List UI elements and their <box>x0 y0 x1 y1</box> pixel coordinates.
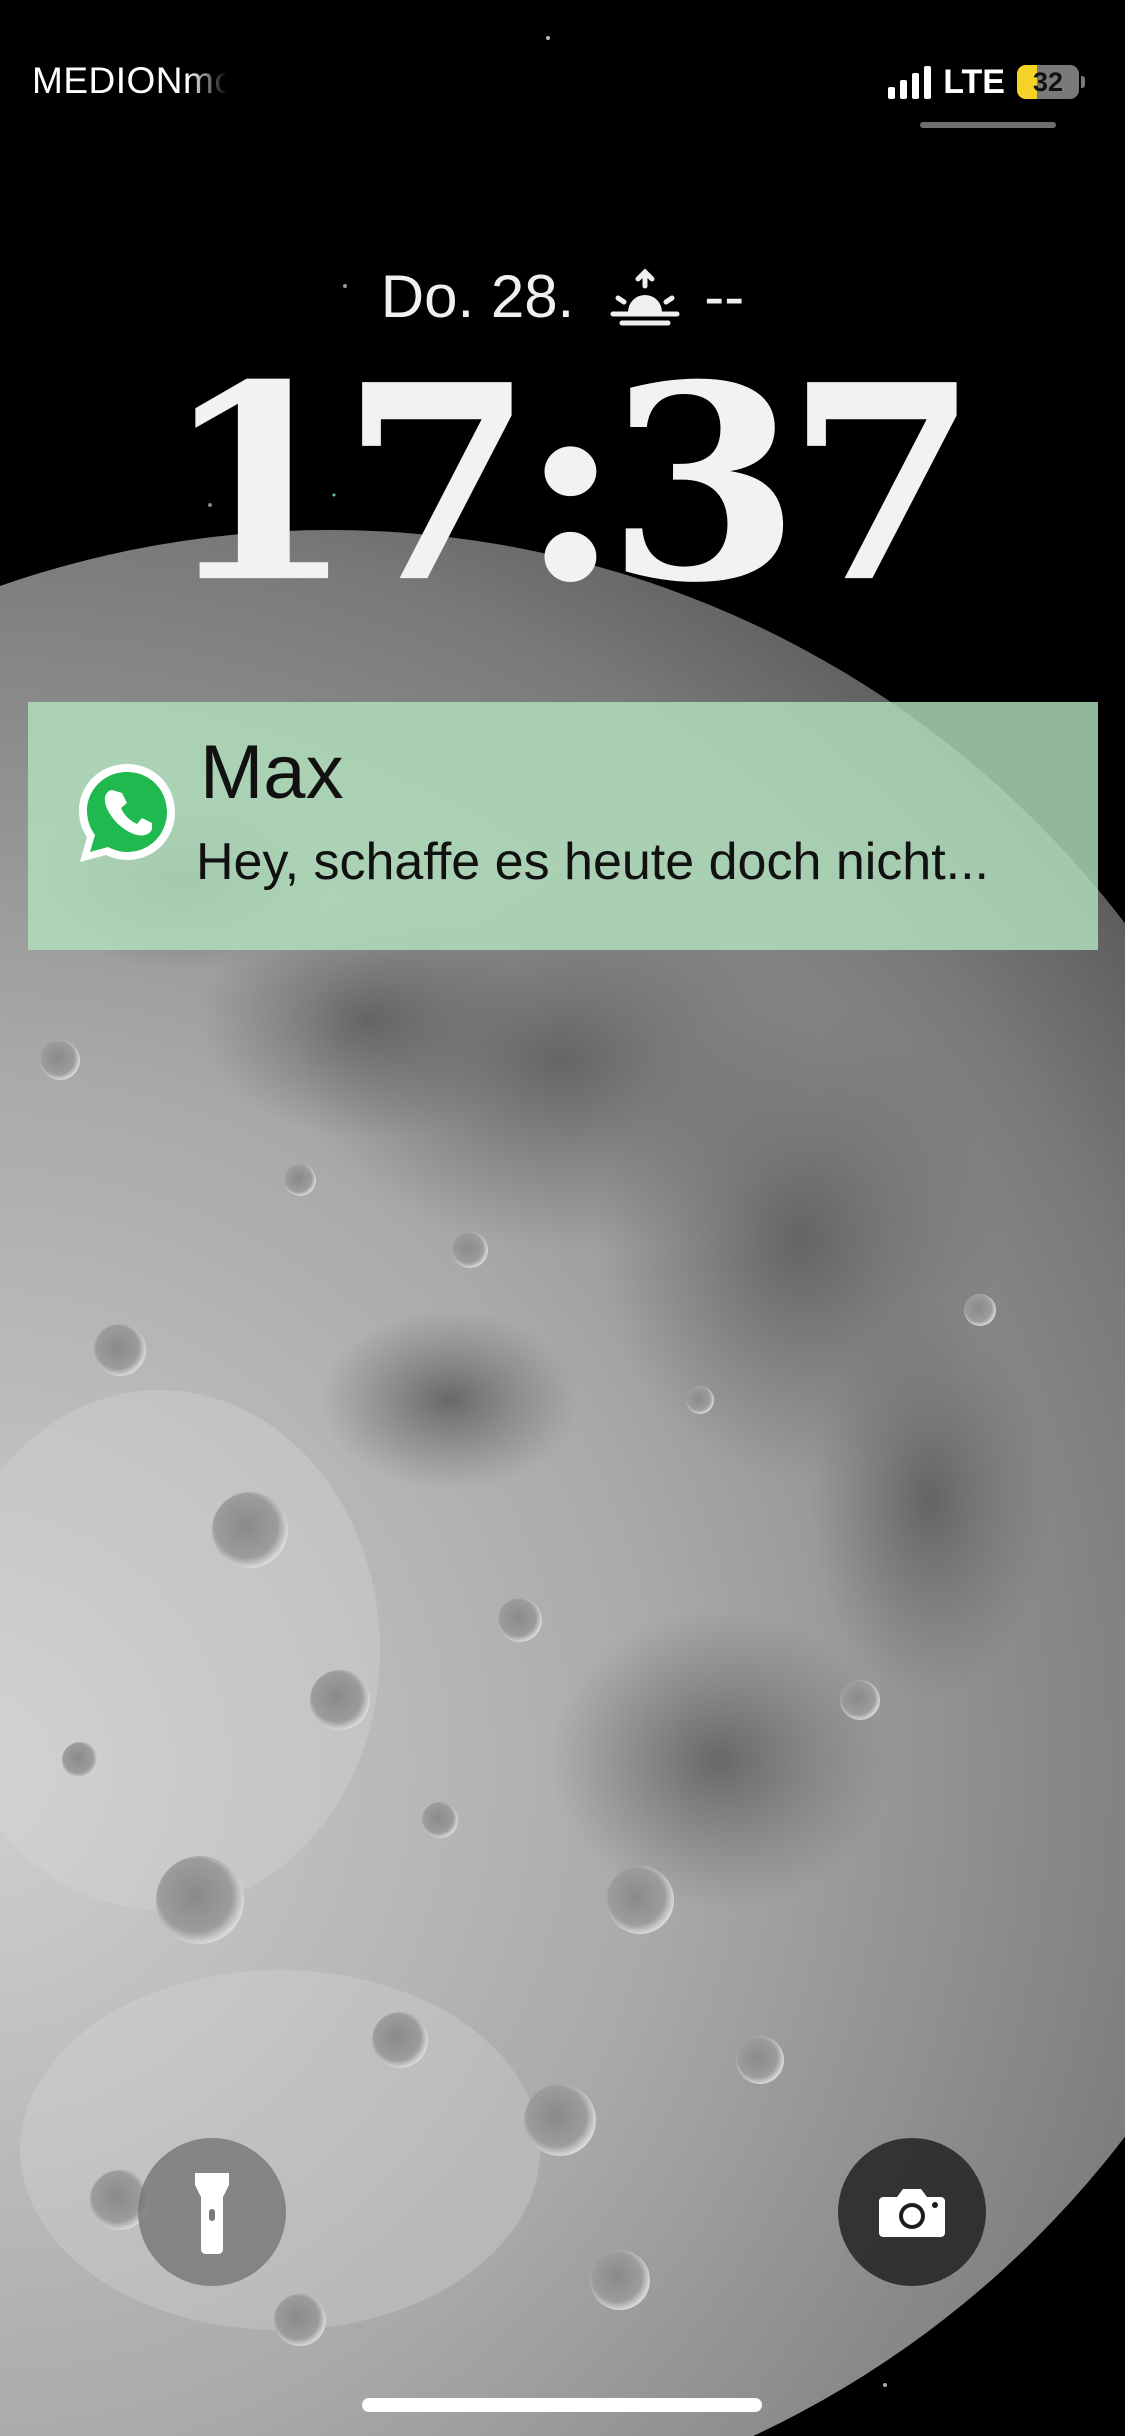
battery-icon: 32 <box>1017 65 1085 99</box>
lock-screen: MEDIONmobile LTE 32 Do. 28. <box>0 0 1125 2436</box>
signal-bar <box>924 66 932 99</box>
signal-bar <box>888 87 896 99</box>
whatsapp-notification[interactable]: Max Hey, schaffe es heute doch nicht... <box>28 702 1098 950</box>
flashlight-icon <box>195 2173 229 2254</box>
flashlight-button[interactable] <box>138 2138 286 2286</box>
whatsapp-icon <box>79 764 175 862</box>
camera-button[interactable] <box>838 2138 986 2286</box>
control-center-handle[interactable] <box>920 122 1056 128</box>
carrier-name: MEDIONmobile <box>32 60 227 101</box>
status-indicators: LTE 32 <box>888 60 1085 104</box>
home-indicator[interactable] <box>362 2398 762 2412</box>
signal-bar <box>912 73 920 99</box>
signal-bar <box>900 80 908 99</box>
battery-level: 32 <box>1032 66 1064 97</box>
camera-icon <box>879 2189 945 2237</box>
lockscreen-clock[interactable]: 17:37 <box>0 350 1125 620</box>
battery-body: 32 <box>1017 65 1079 99</box>
date-label: Do. 28. <box>380 263 575 330</box>
weather-widget[interactable]: -- <box>610 262 744 331</box>
weather-value: -- <box>704 263 745 330</box>
network-type: LTE <box>943 62 1005 101</box>
cellular-signal-icon <box>888 65 932 99</box>
notification-title: Max <box>200 730 344 815</box>
date-widget[interactable]: Do. 28. -- <box>0 262 1125 331</box>
battery-tip <box>1081 76 1085 88</box>
notification-body: Hey, schaffe es heute doch nicht... <box>196 833 989 891</box>
sunrise-icon <box>610 267 680 325</box>
